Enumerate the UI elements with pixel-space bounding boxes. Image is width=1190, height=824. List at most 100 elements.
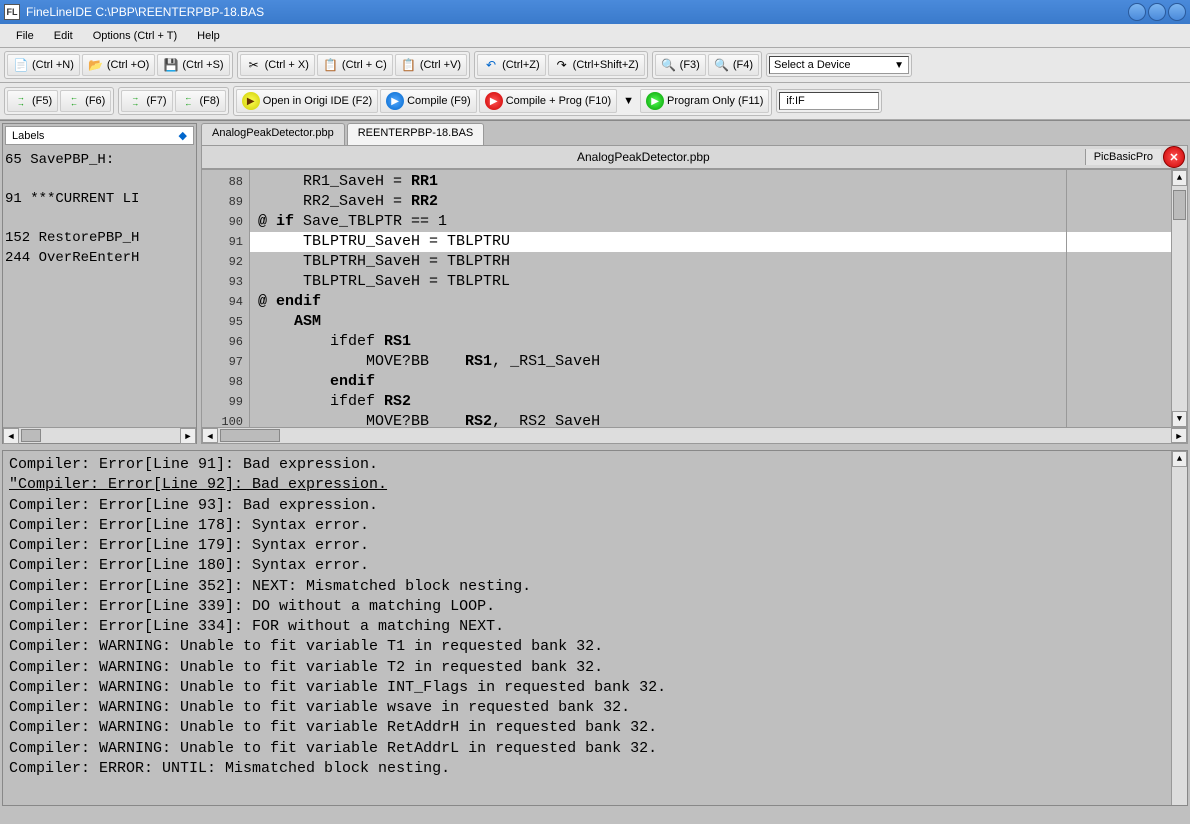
scissors-icon: ✂ [246, 57, 262, 73]
output-vscroll[interactable]: ▲ [1171, 451, 1187, 805]
code-line[interactable]: @ endif [250, 292, 1171, 312]
editor-close-button[interactable]: ✕ [1163, 146, 1185, 168]
main-area: Labels ◆ 65 SavePBP_H: 91 ***CURRENT LI … [0, 120, 1190, 446]
play-blue-icon: ▶ [386, 92, 404, 110]
output-line: "Compiler: Error[Line 92]: Bad expressio… [9, 475, 1181, 495]
replace-button[interactable]: 🔍(F4) [708, 54, 759, 76]
save-file-button[interactable]: 💾(Ctrl +S) [157, 54, 229, 76]
open-ide-label: Open in Origi IDE (F2) [263, 95, 372, 107]
align-f8-button[interactable]: ←←(F8) [175, 90, 226, 112]
code-line[interactable]: RR2_SaveH = RR2 [250, 192, 1171, 212]
sidebar-line[interactable]: 91 ***CURRENT LI [5, 190, 194, 210]
code-line[interactable]: TBLPTRH_SaveH = TBLPTRH [250, 252, 1171, 272]
paste-button[interactable]: 📋(Ctrl +V) [395, 54, 467, 76]
scroll-down-button[interactable]: ▼ [1172, 411, 1187, 427]
redo-button[interactable]: ↷(Ctrl+Shift+Z) [548, 54, 645, 76]
menu-help[interactable]: Help [187, 27, 230, 45]
line-number: 99 [204, 392, 243, 412]
sidebar-labels-dropdown[interactable]: Labels ◆ [5, 126, 194, 145]
sidebar-line[interactable] [5, 210, 194, 230]
sidebar-line[interactable]: 65 SavePBP_H: [5, 151, 194, 171]
line-number: 98 [204, 372, 243, 392]
output-panel[interactable]: Compiler: Error[Line 91]: Bad expression… [2, 450, 1188, 806]
program-only-label: Program Only (F11) [667, 95, 763, 107]
line-number: 88 [204, 172, 243, 192]
code-line[interactable]: TBLPTRU_SaveH = TBLPTRU [250, 232, 1171, 252]
code-line[interactable]: TBLPTRL_SaveH = TBLPTRL [250, 272, 1171, 292]
program-only-button[interactable]: ▶Program Only (F11) [640, 89, 769, 113]
menu-file[interactable]: File [6, 27, 44, 45]
device-select[interactable]: Select a Device ▼ [769, 56, 909, 74]
hscroll-thumb[interactable] [21, 429, 41, 442]
code-line[interactable]: endif [250, 372, 1171, 392]
maximize-button[interactable] [1148, 3, 1166, 21]
output-line: Compiler: Error[Line 179]: Syntax error. [9, 536, 1181, 556]
editor-tab[interactable]: REENTERPBP-18.BAS [347, 123, 485, 145]
open-orig-ide-button[interactable]: ▶Open in Origi IDE (F2) [236, 89, 378, 113]
outdent-f6-button[interactable]: ←←(F6) [60, 90, 111, 112]
code-line[interactable]: MOVE?BB RS1, _RS1_SaveH [250, 352, 1171, 372]
scroll-left-button[interactable]: ◄ [202, 428, 218, 443]
if-field[interactable]: if:IF [779, 92, 879, 110]
editor-header: AnalogPeakDetector.pbp PicBasicPro ✕ [201, 145, 1188, 169]
scroll-right-button[interactable]: ► [1171, 428, 1187, 443]
menu-edit[interactable]: Edit [44, 27, 83, 45]
code-line[interactable]: ifdef RS2 [250, 392, 1171, 412]
open-file-button[interactable]: 📂(Ctrl +O) [82, 54, 155, 76]
redo-icon: ↷ [554, 57, 570, 73]
close-window-button[interactable] [1168, 3, 1186, 21]
editor-hscroll[interactable]: ◄ ► [201, 428, 1188, 444]
play-green-icon: ▶ [646, 92, 664, 110]
editor-title: AnalogPeakDetector.pbp [202, 150, 1085, 164]
line-number: 95 [204, 312, 243, 332]
editor-tab[interactable]: AnalogPeakDetector.pbp [201, 123, 345, 145]
f6-label: (F6) [85, 95, 105, 107]
undo-button[interactable]: ↶(Ctrl+Z) [477, 54, 546, 76]
align-f7-button[interactable]: →→(F7) [121, 90, 172, 112]
code-line[interactable]: MOVE?BB RS2, RS2 SaveH [250, 412, 1171, 428]
code-lines[interactable]: RR1_SaveH = RR1 RR2_SaveH = RR2@ if Save… [250, 170, 1171, 427]
scroll-right-button[interactable]: ► [180, 428, 196, 444]
search-replace-icon: 🔍 [714, 57, 730, 73]
line-number: 89 [204, 192, 243, 212]
sidebar-header-label: Labels [12, 130, 44, 142]
code-line[interactable]: RR1_SaveH = RR1 [250, 172, 1171, 192]
output-line: Compiler: Error[Line 334]: FOR without a… [9, 617, 1181, 637]
f5-label: (F5) [32, 95, 52, 107]
vscroll-thumb[interactable] [1173, 190, 1186, 220]
compile-button[interactable]: ▶Compile (F9) [380, 89, 477, 113]
scroll-left-button[interactable]: ◄ [3, 428, 19, 444]
editor-vscroll[interactable]: ▲ ▼ [1171, 170, 1187, 427]
scroll-up-button[interactable]: ▲ [1172, 451, 1187, 467]
dropdown-arrow-icon[interactable]: ▼ [619, 95, 638, 107]
copy-button[interactable]: 📋(Ctrl + C) [317, 54, 393, 76]
code-area[interactable]: 888990919293949596979899100 RR1_SaveH = … [201, 169, 1188, 428]
indent-f5-button[interactable]: →→(F5) [7, 90, 58, 112]
sidebar-body[interactable]: 65 SavePBP_H: 91 ***CURRENT LI 152 Resto… [3, 147, 196, 427]
sidebar-hscroll[interactable]: ◄ ► [3, 427, 196, 443]
menu-options[interactable]: Options (Ctrl + T) [83, 27, 187, 45]
code-line[interactable]: ASM [250, 312, 1171, 332]
compile-prog-button[interactable]: ▶Compile + Prog (F10) [479, 89, 617, 113]
scroll-up-button[interactable]: ▲ [1172, 170, 1187, 186]
line-number: 94 [204, 292, 243, 312]
diamond-icon: ◆ [179, 129, 187, 142]
sidebar-line[interactable] [5, 171, 194, 191]
editor-area: AnalogPeakDetector.pbpREENTERPBP-18.BAS … [201, 123, 1188, 444]
output-line: Compiler: WARNING: Unable to fit variabl… [9, 678, 1181, 698]
line-number: 97 [204, 352, 243, 372]
window-title: FineLineIDE C:\PBP\REENTERPBP-18.BAS [26, 5, 1128, 19]
code-line[interactable]: @ if Save_TBLPTR == 1 [250, 212, 1171, 232]
new-file-button[interactable]: 📄(Ctrl +N) [7, 54, 80, 76]
find-button[interactable]: 🔍(F3) [655, 54, 706, 76]
minimize-button[interactable] [1128, 3, 1146, 21]
sidebar-line[interactable]: 152 RestorePBP_H [5, 229, 194, 249]
outdent-icon: ←← [66, 93, 82, 109]
hscroll-thumb[interactable] [220, 429, 280, 442]
code-line[interactable]: ifdef RS1 [250, 332, 1171, 352]
sidebar-line[interactable]: 244 OverReEnterH [5, 249, 194, 269]
cut-button[interactable]: ✂(Ctrl + X) [240, 54, 315, 76]
compile-prog-label: Compile + Prog (F10) [506, 95, 611, 107]
toolbar-row-2: →→(F5) ←←(F6) →→(F7) ←←(F8) ▶Open in Ori… [0, 83, 1190, 120]
line-number: 91 [204, 232, 243, 252]
